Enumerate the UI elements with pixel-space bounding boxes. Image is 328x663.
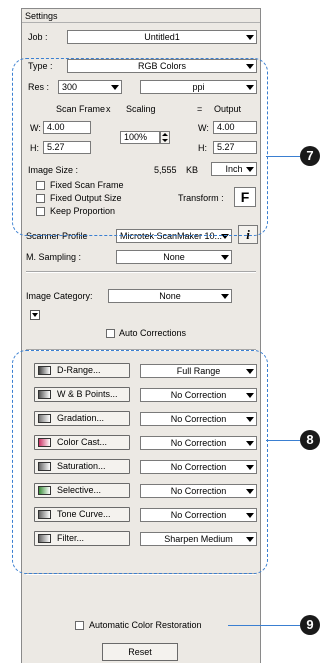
m-sampling-label: M. Sampling : — [26, 252, 82, 262]
auto-color-restoration-label: Automatic Color Restoration — [89, 620, 202, 630]
chevron-down-icon — [246, 35, 254, 40]
reset-button[interactable]: Reset — [102, 643, 178, 661]
image-category-label: Image Category: — [26, 291, 93, 301]
image-category-select[interactable]: None — [108, 289, 232, 303]
chevron-down-icon — [221, 294, 229, 299]
auto-corrections-checkbox[interactable] — [106, 329, 115, 338]
group-outline-8 — [12, 350, 268, 574]
m-sampling-select[interactable]: None — [116, 250, 232, 264]
callout-line-7 — [266, 156, 300, 157]
auto-corrections-label: Auto Corrections — [119, 328, 187, 338]
chevron-down-icon — [221, 255, 229, 260]
job-select[interactable]: Untitled1 — [67, 30, 257, 44]
job-value: Untitled1 — [144, 32, 180, 42]
chevron-down-icon — [32, 313, 38, 317]
expand-toggle[interactable] — [30, 310, 40, 320]
callout-badge-9: 9 — [300, 615, 320, 635]
image-category-value: None — [159, 291, 181, 301]
panel-title: Settings — [22, 9, 260, 23]
job-label: Job : — [28, 32, 48, 42]
auto-color-restoration-checkbox[interactable] — [75, 621, 84, 630]
callout-badge-7: 7 — [300, 146, 320, 166]
callout-line-9 — [228, 625, 300, 626]
callout-badge-8: 8 — [300, 430, 320, 450]
group-outline-7 — [12, 58, 268, 236]
callout-line-8 — [266, 440, 300, 441]
divider — [26, 271, 256, 273]
m-sampling-value: None — [163, 252, 185, 262]
